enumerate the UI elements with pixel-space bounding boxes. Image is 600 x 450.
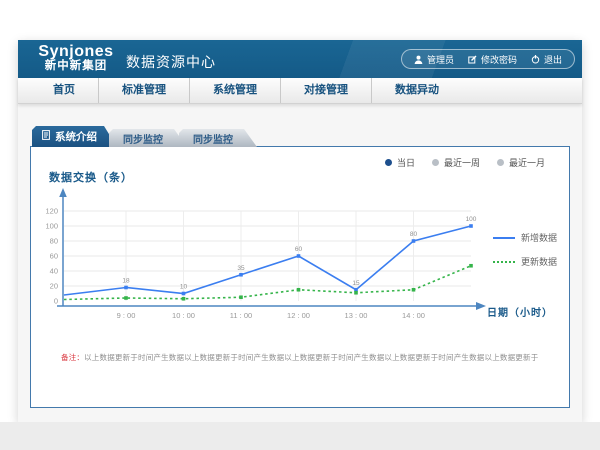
data-point xyxy=(182,292,186,296)
legend-label: 新增数据 xyxy=(521,231,557,244)
nav-item-standard-mgmt[interactable]: 标准管理 xyxy=(98,78,189,103)
power-icon xyxy=(531,55,540,64)
filter-last-month[interactable]: 最近一月 xyxy=(497,156,545,169)
data-point xyxy=(239,273,243,277)
time-range-filter: 当日 最近一周 最近一月 xyxy=(385,156,545,169)
data-point xyxy=(297,254,301,258)
footer-note-text: 以上数据更新于时间产生数据以上数据更新于时间产生数据以上数据更新于时间产生数据以… xyxy=(84,353,538,362)
brand-logo[interactable]: Synjones 新中新集团 xyxy=(30,43,122,73)
data-label: 35 xyxy=(237,265,245,272)
filter-today[interactable]: 当日 xyxy=(385,156,415,169)
main-nav: 首页 标准管理 系统管理 对接管理 数据异动 xyxy=(18,78,582,104)
x-tick-label: 14 : 00 xyxy=(402,311,425,320)
tab-bar: 系统介绍 同步监控 同步监控 xyxy=(32,126,257,147)
tab-system-intro[interactable]: 系统介绍 xyxy=(32,126,117,147)
data-point xyxy=(182,297,186,301)
change-password-button[interactable]: 修改密码 xyxy=(468,53,517,66)
logout-button[interactable]: 退出 xyxy=(531,53,562,66)
y-tick-label: 40 xyxy=(50,267,58,276)
data-point xyxy=(354,291,358,295)
y-tick-label: 120 xyxy=(45,207,58,216)
x-tick-label: 12 : 00 xyxy=(287,311,310,320)
data-point xyxy=(412,239,416,243)
brand-logo-cn: 新中新集团 xyxy=(30,60,122,73)
data-label: 60 xyxy=(295,246,303,253)
footer-note-prefix: 备注： xyxy=(61,353,84,362)
filter-last-week[interactable]: 最近一周 xyxy=(432,156,480,169)
app-window: Synjones 新中新集团 数据资源中心 管理员 修改密码 退出 首页 标准管… xyxy=(18,40,582,422)
radio-dot-icon xyxy=(385,159,392,166)
nav-item-home[interactable]: 首页 xyxy=(30,78,98,103)
user-account-button[interactable]: 管理员 xyxy=(414,53,454,66)
x-tick-label: 13 : 00 xyxy=(345,311,368,320)
data-label: 18 xyxy=(122,278,130,285)
brand-logo-en: Synjones xyxy=(30,43,122,60)
user-toolbar: 管理员 修改密码 退出 xyxy=(401,49,575,69)
x-tick-label: 11 : 00 xyxy=(230,311,252,320)
data-point xyxy=(124,296,128,300)
dotted-line-icon xyxy=(493,261,515,263)
filter-label: 当日 xyxy=(397,156,415,169)
footer-note: 备注：以上数据更新于时间产生数据以上数据更新于时间产生数据以上数据更新于时间产生… xyxy=(61,352,538,363)
data-point xyxy=(469,264,473,268)
y-tick-label: 60 xyxy=(50,252,58,261)
content-panel: 当日 最近一周 最近一月 数据交换（条） 0 20 40 60 80 100 120 9 : … xyxy=(30,146,570,408)
nav-item-interface-mgmt[interactable]: 对接管理 xyxy=(280,78,371,103)
legend-item-updated-data: 更新数据 xyxy=(493,255,557,268)
x-tick-label: 9 : 00 xyxy=(117,311,136,320)
data-point xyxy=(469,224,473,228)
y-tick-label: 20 xyxy=(50,282,58,291)
tab-label: 同步监控 xyxy=(193,131,233,146)
page-bottom-strip xyxy=(0,422,600,450)
nav-item-system-mgmt[interactable]: 系统管理 xyxy=(189,78,280,103)
y-tick-label: 100 xyxy=(45,222,58,231)
x-tick-label: 10 : 00 xyxy=(172,311,195,320)
data-point xyxy=(297,288,301,292)
logout-label: 退出 xyxy=(544,53,562,66)
data-label: 10 xyxy=(180,284,188,291)
data-point xyxy=(412,288,416,292)
tab-sync-monitor-2[interactable]: 同步监控 xyxy=(179,129,257,147)
data-point xyxy=(124,286,128,290)
user-account-label: 管理员 xyxy=(427,53,454,66)
page-title: 数据资源中心 xyxy=(126,52,216,72)
solid-line-icon xyxy=(493,237,515,239)
y-axis-arrow-icon xyxy=(59,188,67,197)
data-label: 80 xyxy=(410,231,418,238)
document-icon xyxy=(42,130,50,143)
data-label: 100 xyxy=(466,216,477,223)
change-password-label: 修改密码 xyxy=(481,53,517,66)
user-icon xyxy=(414,55,423,64)
tab-label: 同步监控 xyxy=(123,131,163,146)
tab-sync-monitor-1[interactable]: 同步监控 xyxy=(109,129,187,147)
radio-dot-icon xyxy=(497,159,504,166)
app-header: Synjones 新中新集团 数据资源中心 管理员 修改密码 退出 xyxy=(18,40,582,78)
edit-icon xyxy=(468,55,477,64)
y-axis-title: 数据交换（条） xyxy=(49,169,133,185)
y-tick-label: 80 xyxy=(50,237,58,246)
legend-item-new-data: 新增数据 xyxy=(493,231,557,244)
data-label: 15 xyxy=(352,280,360,287)
legend-label: 更新数据 xyxy=(521,255,557,268)
chart-legend: 新增数据 更新数据 xyxy=(493,231,557,279)
filter-label: 最近一周 xyxy=(444,156,480,169)
radio-dot-icon xyxy=(432,159,439,166)
x-axis-title: 日期（小时） xyxy=(487,304,553,319)
data-point xyxy=(239,295,243,299)
y-tick-label: 0 xyxy=(54,297,58,306)
tab-label: 系统介绍 xyxy=(55,129,97,144)
filter-label: 最近一月 xyxy=(509,156,545,169)
x-axis-arrow-icon xyxy=(476,302,486,310)
nav-item-data-change[interactable]: 数据异动 xyxy=(371,78,462,103)
